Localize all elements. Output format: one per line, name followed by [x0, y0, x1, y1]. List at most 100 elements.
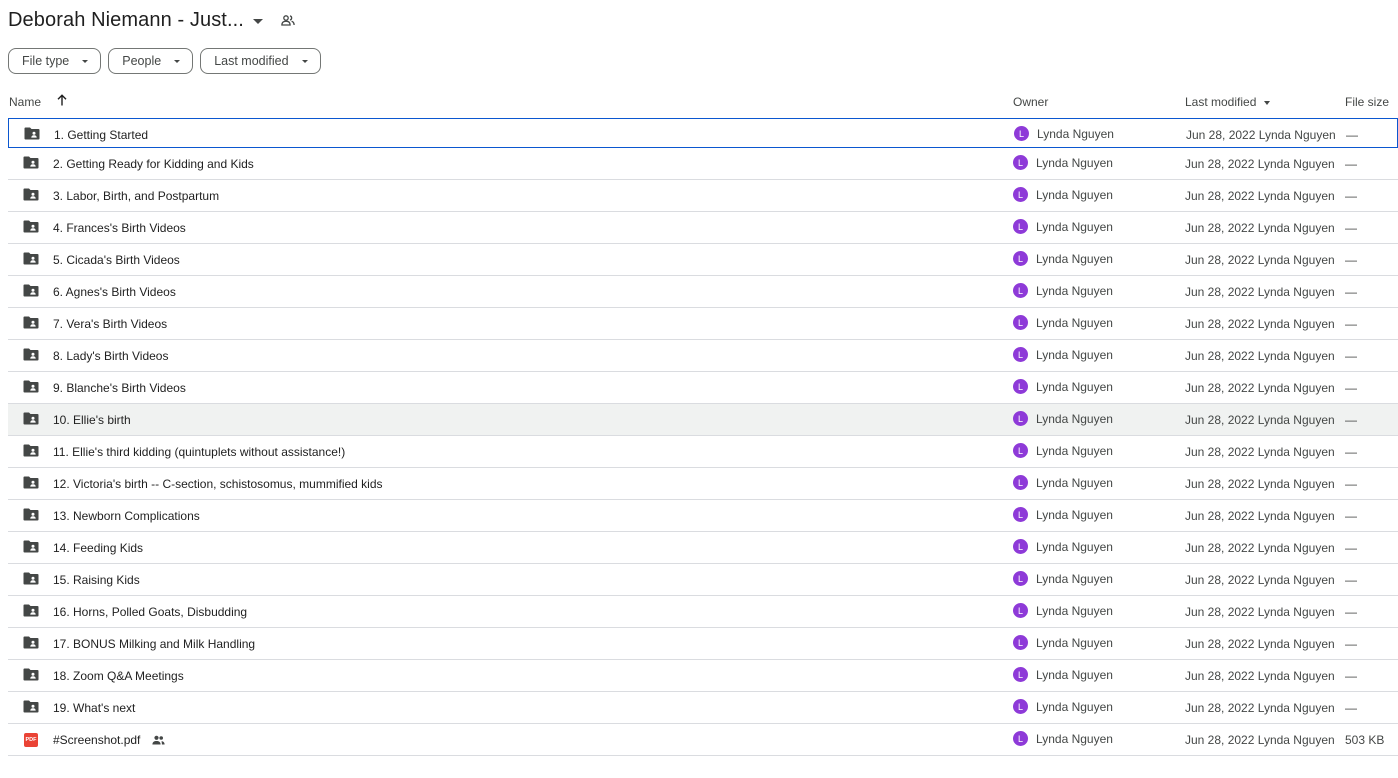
file-name-text: 19. What's next — [53, 701, 136, 715]
avatar[interactable]: L — [1013, 315, 1028, 330]
table-row[interactable]: 5. Cicada's Birth Videos L Lynda Nguyen … — [8, 244, 1398, 276]
file-name-text: 3. Labor, Birth, and Postpartum — [53, 189, 220, 203]
file-name: 18. Zoom Q&A Meetings — [53, 669, 184, 683]
avatar[interactable]: L — [1013, 411, 1028, 426]
file-name: 11. Ellie's third kidding (quintuplets w… — [53, 445, 345, 459]
table-row[interactable]: 11. Ellie's third kidding (quintuplets w… — [8, 436, 1398, 468]
avatar[interactable]: L — [1013, 539, 1028, 554]
table-row[interactable]: 15. Raising Kids L Lynda Nguyen Jun 28, … — [8, 564, 1398, 596]
table-row[interactable]: 8. Lady's Birth Videos L Lynda Nguyen Ju… — [8, 340, 1398, 372]
file-name: 5. Cicada's Birth Videos — [53, 253, 180, 267]
avatar[interactable]: L — [1013, 443, 1028, 458]
file-name: 7. Vera's Birth Videos — [53, 317, 167, 331]
file-size-column-header[interactable]: File size — [1345, 95, 1389, 109]
people-icon — [152, 734, 165, 748]
table-row[interactable]: 1. Getting Started L Lynda Nguyen Jun 28… — [8, 118, 1398, 148]
avatar[interactable]: L — [1014, 126, 1029, 141]
last-modified-filter[interactable]: Last modified — [200, 48, 321, 74]
avatar[interactable]: L — [1013, 635, 1028, 650]
table-row[interactable]: 9. Blanche's Birth Videos L Lynda Nguyen… — [8, 372, 1398, 404]
owner-name: Lynda Nguyen — [1036, 571, 1113, 586]
avatar[interactable]: L — [1013, 475, 1028, 490]
owner-name: Lynda Nguyen — [1036, 699, 1113, 714]
file-name: 15. Raising Kids — [53, 573, 140, 587]
file-name: 19. What's next — [53, 701, 135, 715]
avatar[interactable]: L — [1013, 603, 1028, 618]
file-size-value: — — [1345, 637, 1357, 651]
owner-name: Lynda Nguyen — [1037, 126, 1114, 141]
file-size-value: — — [1345, 157, 1357, 171]
folder-title[interactable]: Deborah Niemann - Just... — [8, 9, 244, 32]
file-name: 12. Victoria's birth -- C-section, schis… — [53, 477, 383, 491]
file-size-value: — — [1345, 701, 1357, 715]
owner-cell: L Lynda Nguyen — [1013, 667, 1113, 682]
file-size-value: — — [1345, 509, 1357, 523]
table-row[interactable]: 18. Zoom Q&A Meetings L Lynda Nguyen Jun… — [8, 660, 1398, 692]
avatar[interactable]: L — [1013, 507, 1028, 522]
last-modified-value: Jun 28, 2022 Lynda Nguyen — [1185, 253, 1335, 267]
shared-folder-icon — [23, 252, 39, 268]
file-name: 10. Ellie's birth — [53, 413, 131, 427]
file-name-text: 16. Horns, Polled Goats, Disbudding — [53, 605, 248, 619]
file-name: 16. Horns, Polled Goats, Disbudding — [53, 605, 247, 619]
table-row[interactable]: 7. Vera's Birth Videos L Lynda Nguyen Ju… — [8, 308, 1398, 340]
file-name: 8. Lady's Birth Videos — [53, 349, 168, 363]
table-header: Name Owner Last modified File size — [0, 90, 1398, 114]
last-modified-label: Last modified — [1185, 95, 1257, 109]
shared-folder-icon — [23, 316, 39, 332]
drive-folder-view: Deborah Niemann - Just... File type Peop… — [0, 0, 1398, 778]
avatar[interactable]: L — [1013, 251, 1028, 266]
avatar[interactable]: L — [1013, 219, 1028, 234]
avatar[interactable]: L — [1013, 347, 1028, 362]
chevron-down-icon — [82, 59, 89, 63]
table-row[interactable]: 14. Feeding Kids L Lynda Nguyen Jun 28, … — [8, 532, 1398, 564]
file-size-value: — — [1345, 349, 1357, 363]
last-modified-value: Jun 28, 2022 Lynda Nguyen — [1185, 541, 1335, 555]
avatar[interactable]: L — [1013, 187, 1028, 202]
owner-cell: L Lynda Nguyen — [1013, 507, 1113, 522]
table-row[interactable]: 12. Victoria's birth -- C-section, schis… — [8, 468, 1398, 500]
file-size-value: — — [1345, 221, 1357, 235]
owner-name: Lynda Nguyen — [1036, 603, 1113, 618]
owner-column-header[interactable]: Owner — [1013, 95, 1048, 109]
owner-cell: L Lynda Nguyen — [1013, 187, 1113, 202]
name-column-header[interactable]: Name — [9, 95, 41, 109]
people-filter[interactable]: People — [108, 48, 194, 74]
avatar[interactable]: L — [1013, 731, 1028, 746]
owner-name: Lynda Nguyen — [1036, 187, 1113, 202]
owner-cell: L Lynda Nguyen — [1013, 251, 1113, 266]
table-row[interactable]: 4. Frances's Birth Videos L Lynda Nguyen… — [8, 212, 1398, 244]
shared-folder-icon — [23, 284, 39, 300]
avatar[interactable]: L — [1013, 699, 1028, 714]
owner-cell: L Lynda Nguyen — [1013, 699, 1113, 714]
file-type-filter[interactable]: File type — [8, 48, 102, 74]
table-row[interactable]: 16. Horns, Polled Goats, Disbudding L Ly… — [8, 596, 1398, 628]
arrow-up-icon[interactable] — [57, 94, 67, 109]
owner-name: Lynda Nguyen — [1036, 667, 1113, 682]
owner-name: Lynda Nguyen — [1036, 155, 1113, 170]
shared-folder-icon — [23, 380, 39, 396]
table-row[interactable]: 17. BONUS Milking and Milk Handling L Ly… — [8, 628, 1398, 660]
table-row[interactable]: 3. Labor, Birth, and Postpartum L Lynda … — [8, 180, 1398, 212]
table-row[interactable]: 10. Ellie's birth L Lynda Nguyen Jun 28,… — [8, 404, 1398, 436]
file-name: 3. Labor, Birth, and Postpartum — [53, 189, 219, 203]
table-row[interactable]: 13. Newborn Complications L Lynda Nguyen… — [8, 500, 1398, 532]
owner-name: Lynda Nguyen — [1036, 507, 1113, 522]
table-row[interactable]: 19. What's next L Lynda Nguyen Jun 28, 2… — [8, 692, 1398, 724]
table-row[interactable]: PDF #Screenshot.pdf L Lynda Nguyen Jun 2… — [8, 724, 1398, 756]
avatar[interactable]: L — [1013, 667, 1028, 682]
file-name-text: 18. Zoom Q&A Meetings — [53, 669, 184, 683]
file-name: 4. Frances's Birth Videos — [53, 221, 186, 235]
last-modified-column-header[interactable]: Last modified — [1185, 95, 1270, 109]
last-modified-value: Jun 28, 2022 Lynda Nguyen — [1185, 285, 1335, 299]
avatar[interactable]: L — [1013, 571, 1028, 586]
avatar[interactable]: L — [1013, 283, 1028, 298]
file-name-text: 17. BONUS Milking and Milk Handling — [53, 637, 256, 651]
avatar[interactable]: L — [1013, 379, 1028, 394]
table-row[interactable]: 6. Agnes's Birth Videos L Lynda Nguyen J… — [8, 276, 1398, 308]
table-row[interactable]: 2. Getting Ready for Kidding and Kids L … — [8, 148, 1398, 180]
owner-cell: L Lynda Nguyen — [1013, 283, 1113, 298]
owner-name: Lynda Nguyen — [1036, 315, 1113, 330]
chevron-down-icon[interactable] — [252, 18, 263, 24]
avatar[interactable]: L — [1013, 155, 1028, 170]
